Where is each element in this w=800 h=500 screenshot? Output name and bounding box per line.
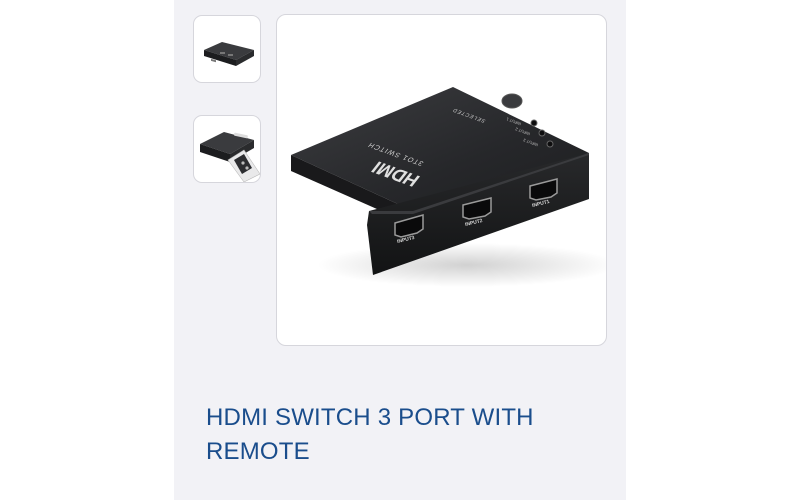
- hdmi-switch-thumbnail-icon: [204, 42, 254, 66]
- thumbnail-1[interactable]: [193, 15, 261, 83]
- product-title: HDMI SWITCH 3 PORT WITH REMOTE: [206, 404, 534, 465]
- main-product-image[interactable]: HDMI 3TO1 SWITCH SELECTED INPUT 1 INPUT …: [276, 14, 607, 346]
- hdmi-switch-with-remote-thumbnail-icon: [200, 132, 260, 182]
- thumbnail-2[interactable]: [193, 115, 261, 183]
- hdmi-switch-photo-icon: [291, 87, 606, 287]
